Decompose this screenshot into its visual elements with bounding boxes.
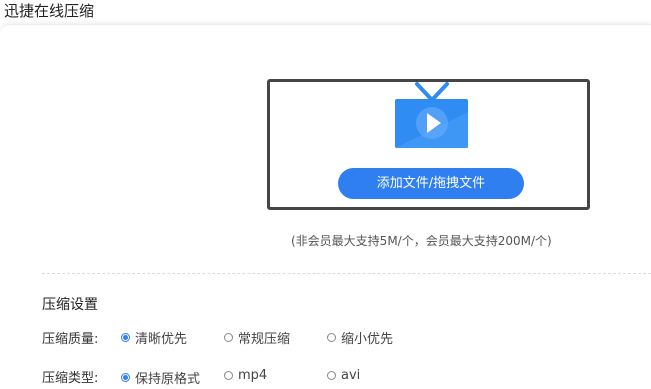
section-divider — [42, 273, 651, 274]
radio-checked-icon — [121, 333, 130, 342]
type-option-label: avi — [341, 368, 361, 383]
type-option-label: 保持原格式 — [135, 372, 201, 387]
radio-unchecked-icon — [224, 333, 233, 342]
type-option-avi[interactable]: avi — [327, 368, 360, 383]
quality-option-small[interactable]: 缩小优先 — [327, 328, 393, 347]
type-option-original[interactable]: 保持原格式 — [121, 368, 200, 387]
quality-option-normal[interactable]: 常规压缩 — [224, 328, 290, 347]
type-option-label: mp4 — [238, 368, 268, 383]
radio-unchecked-icon — [327, 333, 336, 342]
add-file-button[interactable]: 添加文件/拖拽文件 — [338, 168, 524, 199]
radio-unchecked-icon — [224, 371, 233, 380]
type-option-mp4[interactable]: mp4 — [224, 368, 267, 383]
file-size-limit-note: (非会员最大支持5M/个，会员最大支持200M/个) — [291, 234, 552, 248]
radio-checked-icon — [121, 373, 130, 382]
quality-option-label: 清晰优先 — [135, 332, 188, 347]
quality-label: 压缩质量: — [42, 332, 99, 347]
quality-option-label: 缩小优先 — [341, 332, 394, 347]
app-title: 迅捷在线压缩 — [4, 2, 95, 20]
compression-settings-title: 压缩设置 — [42, 297, 98, 313]
quality-option-clear[interactable]: 清晰优先 — [121, 328, 187, 347]
video-tv-icon — [395, 82, 468, 148]
type-label: 压缩类型: — [42, 371, 99, 386]
radio-unchecked-icon — [327, 371, 336, 380]
quality-option-label: 常规压缩 — [238, 332, 291, 347]
